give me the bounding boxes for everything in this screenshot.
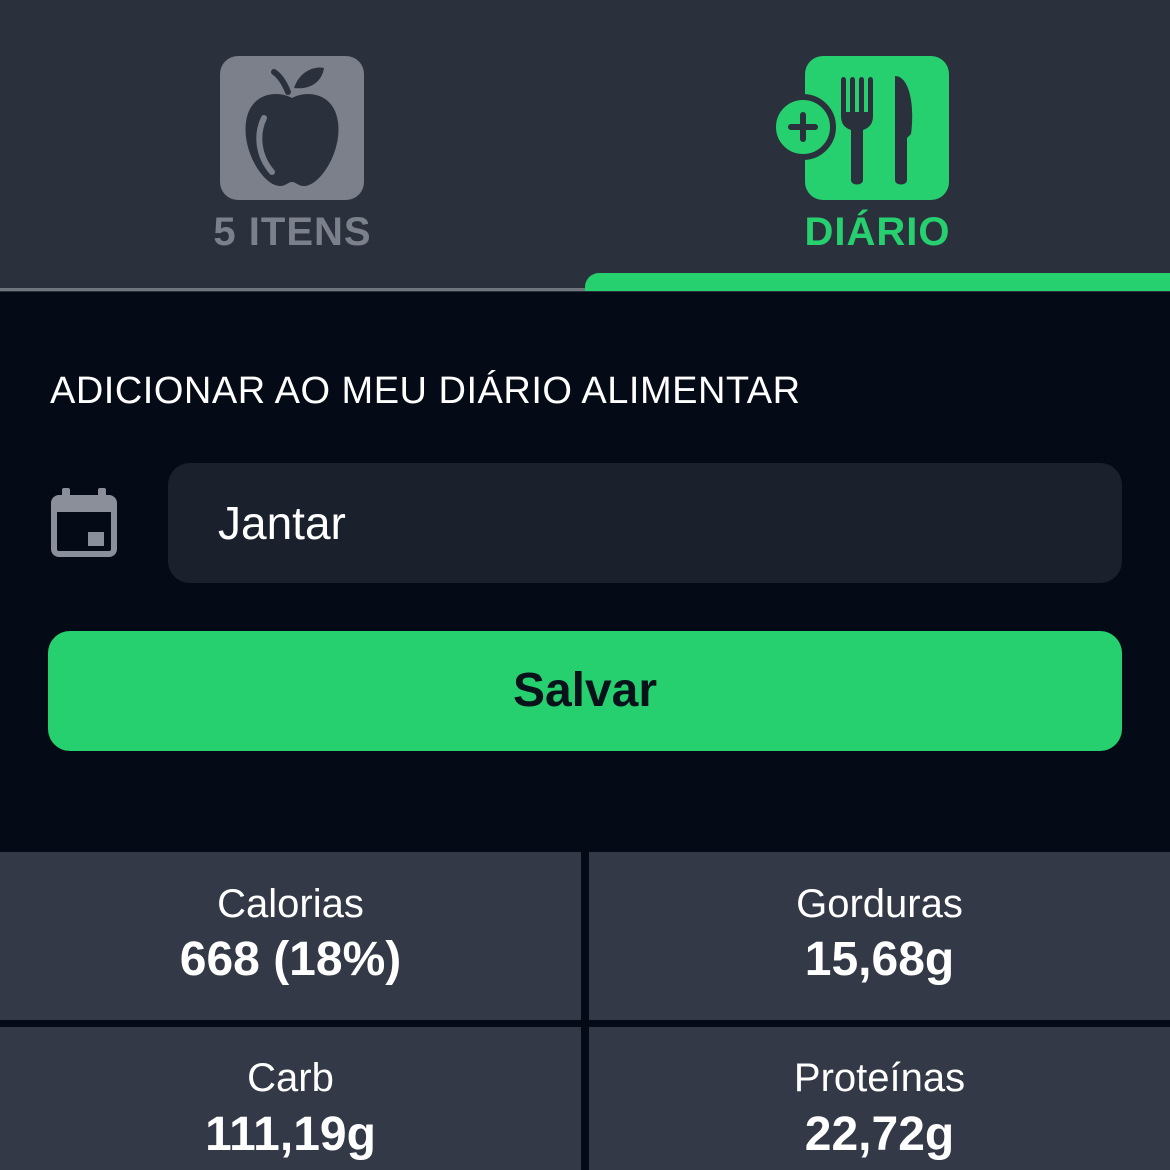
fat-value: 15,68g [804, 933, 955, 986]
calories-value: 668 (18%) [179, 933, 402, 986]
tab-items[interactable]: 5 ITENS [0, 0, 585, 292]
apple-icon [220, 56, 364, 200]
nutrition-summary: Calorias 668 (18%) Gorduras 15,68g Carb … [0, 852, 1170, 1170]
tab-diary-label: DIÁRIO [804, 210, 951, 254]
fat-cell: Gorduras 15,68g [589, 852, 1170, 1020]
fat-label: Gorduras [796, 882, 963, 926]
carb-label: Carb [247, 1056, 334, 1100]
carb-value: 111,19g [205, 1108, 376, 1161]
tab-items-label: 5 ITENS [213, 210, 372, 254]
carb-cell: Carb 111,19g [0, 1027, 581, 1170]
tab-bar: 5 ITENS DIÁRIO [0, 0, 1170, 292]
save-button[interactable]: Salvar [48, 631, 1122, 751]
tab-items-underline [0, 288, 585, 291]
protein-cell: Proteínas 22,72g [589, 1027, 1170, 1170]
tab-diary[interactable]: DIÁRIO [585, 0, 1170, 292]
calories-cell: Calorias 668 (18%) [0, 852, 581, 1020]
protein-label: Proteínas [793, 1056, 966, 1100]
calendar-icon[interactable] [48, 488, 120, 560]
tab-diary-underline [585, 273, 1170, 291]
section-title: ADICIONAR AO MEU DIÁRIO ALIMENTAR [50, 370, 801, 412]
protein-value: 22,72g [804, 1108, 955, 1161]
calories-label: Calorias [217, 882, 364, 926]
diary-form: ADICIONAR AO MEU DIÁRIO ALIMENTAR Jantar… [0, 292, 1170, 852]
plus-icon [770, 94, 836, 160]
meal-selector[interactable]: Jantar [168, 463, 1122, 583]
